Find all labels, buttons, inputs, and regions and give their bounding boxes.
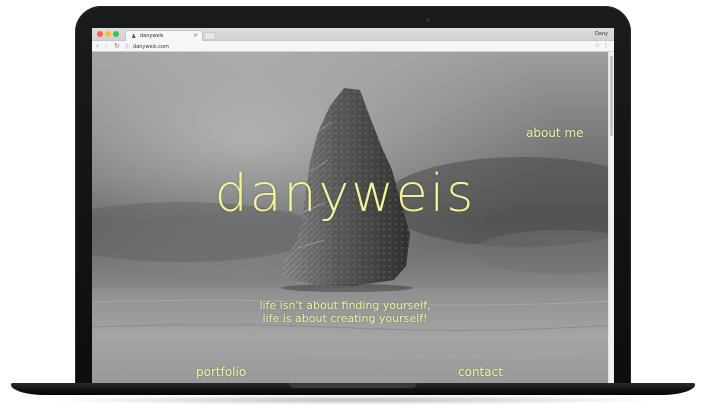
- web-page: danyweis about me life isn't about findi…: [92, 52, 614, 383]
- camera-dot: [426, 18, 430, 22]
- nav-link-portfolio[interactable]: portfolio: [196, 365, 246, 379]
- scrollbar-thumb[interactable]: [610, 56, 613, 136]
- laptop-hinge: [289, 383, 417, 388]
- laptop-shadow: [40, 395, 666, 405]
- profile-name[interactable]: Dany: [595, 30, 608, 39]
- browser-tab-bar: ♟ danyweis × Dany: [92, 28, 614, 41]
- window-minimize-button[interactable]: [105, 31, 111, 37]
- site-logo[interactable]: danyweis: [92, 164, 606, 224]
- arrow-left-icon[interactable]: ‹: [96, 42, 99, 50]
- nav-link-about[interactable]: about me: [526, 126, 584, 140]
- page-scrollbar[interactable]: [608, 52, 614, 383]
- tagline-line-2: life is about creating yourself!: [262, 312, 428, 325]
- new-tab-button[interactable]: [203, 32, 217, 40]
- address-bar[interactable]: ⓘ danyweis.com: [125, 43, 591, 51]
- browser-tab[interactable]: ♟ danyweis ×: [125, 30, 203, 41]
- kebab-menu-icon[interactable]: ⋮: [603, 42, 609, 50]
- star-icon[interactable]: ☆: [595, 42, 600, 50]
- window-close-button[interactable]: [97, 31, 103, 37]
- tab-title: danyweis: [140, 33, 164, 39]
- laptop-screen: ♟ danyweis × Dany ‹ › ↻ ⓘ danyweis.com ☆ …: [92, 28, 614, 383]
- reload-icon[interactable]: ↻: [114, 42, 120, 50]
- arrow-right-icon[interactable]: ›: [105, 42, 108, 50]
- info-icon[interactable]: ⓘ: [125, 43, 130, 51]
- nav-link-contact[interactable]: contact: [458, 365, 503, 379]
- tagline-line-1: life isn't about finding yourself,: [259, 299, 431, 312]
- close-icon[interactable]: ×: [193, 31, 198, 41]
- window-zoom-button[interactable]: [113, 31, 119, 37]
- url-text: danyweis.com: [133, 44, 169, 50]
- laptop-mockup: ♟ danyweis × Dany ‹ › ↻ ⓘ danyweis.com ☆ …: [0, 0, 706, 411]
- browser-toolbar: ‹ › ↻ ⓘ danyweis.com ☆ ⋮: [92, 41, 614, 52]
